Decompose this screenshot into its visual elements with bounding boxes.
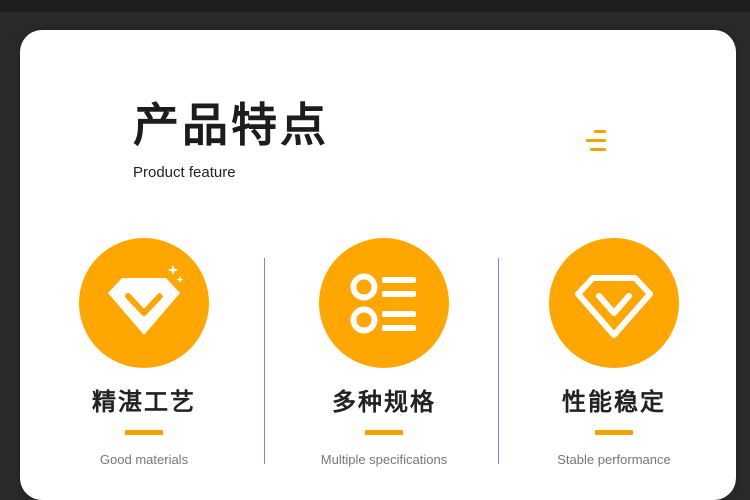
diamond-outline-icon (575, 275, 653, 338)
feature-icon-circle (319, 238, 449, 368)
feature-icon-circle (549, 238, 679, 368)
feature-divider (264, 258, 265, 464)
feature-title: 性能稳定 (562, 388, 666, 416)
sparkling-diamond-icon (108, 265, 184, 335)
feature-title: 精湛工艺 (92, 388, 196, 416)
feature-icon-circle (79, 238, 209, 368)
feature-subtitle: Stable performance (557, 451, 671, 467)
feature-stable-performance: 性能稳定 Stable performance (524, 238, 704, 467)
feature-title: 多种规格 (332, 388, 436, 416)
feature-subtitle: Multiple specifications (320, 451, 448, 467)
feature-good-materials: 精湛工艺 Good materials (54, 238, 234, 467)
feature-divider (498, 258, 499, 464)
feature-accent-bar (125, 429, 163, 435)
top-bar (0, 0, 750, 12)
list-icon (350, 273, 416, 334)
section-title: 产品特点 (133, 98, 329, 152)
menu-lines-icon[interactable] (586, 130, 608, 152)
feature-accent-bar (365, 429, 403, 435)
feature-accent-bar (595, 429, 633, 435)
section-subtitle: Product feature (133, 164, 236, 181)
feature-subtitle: Good materials (99, 451, 189, 467)
product-feature-card: 产品特点 Product feature 精湛工艺 Good materials (20, 30, 736, 500)
feature-multiple-specifications: 多种规格 Multiple specifications (294, 238, 474, 467)
